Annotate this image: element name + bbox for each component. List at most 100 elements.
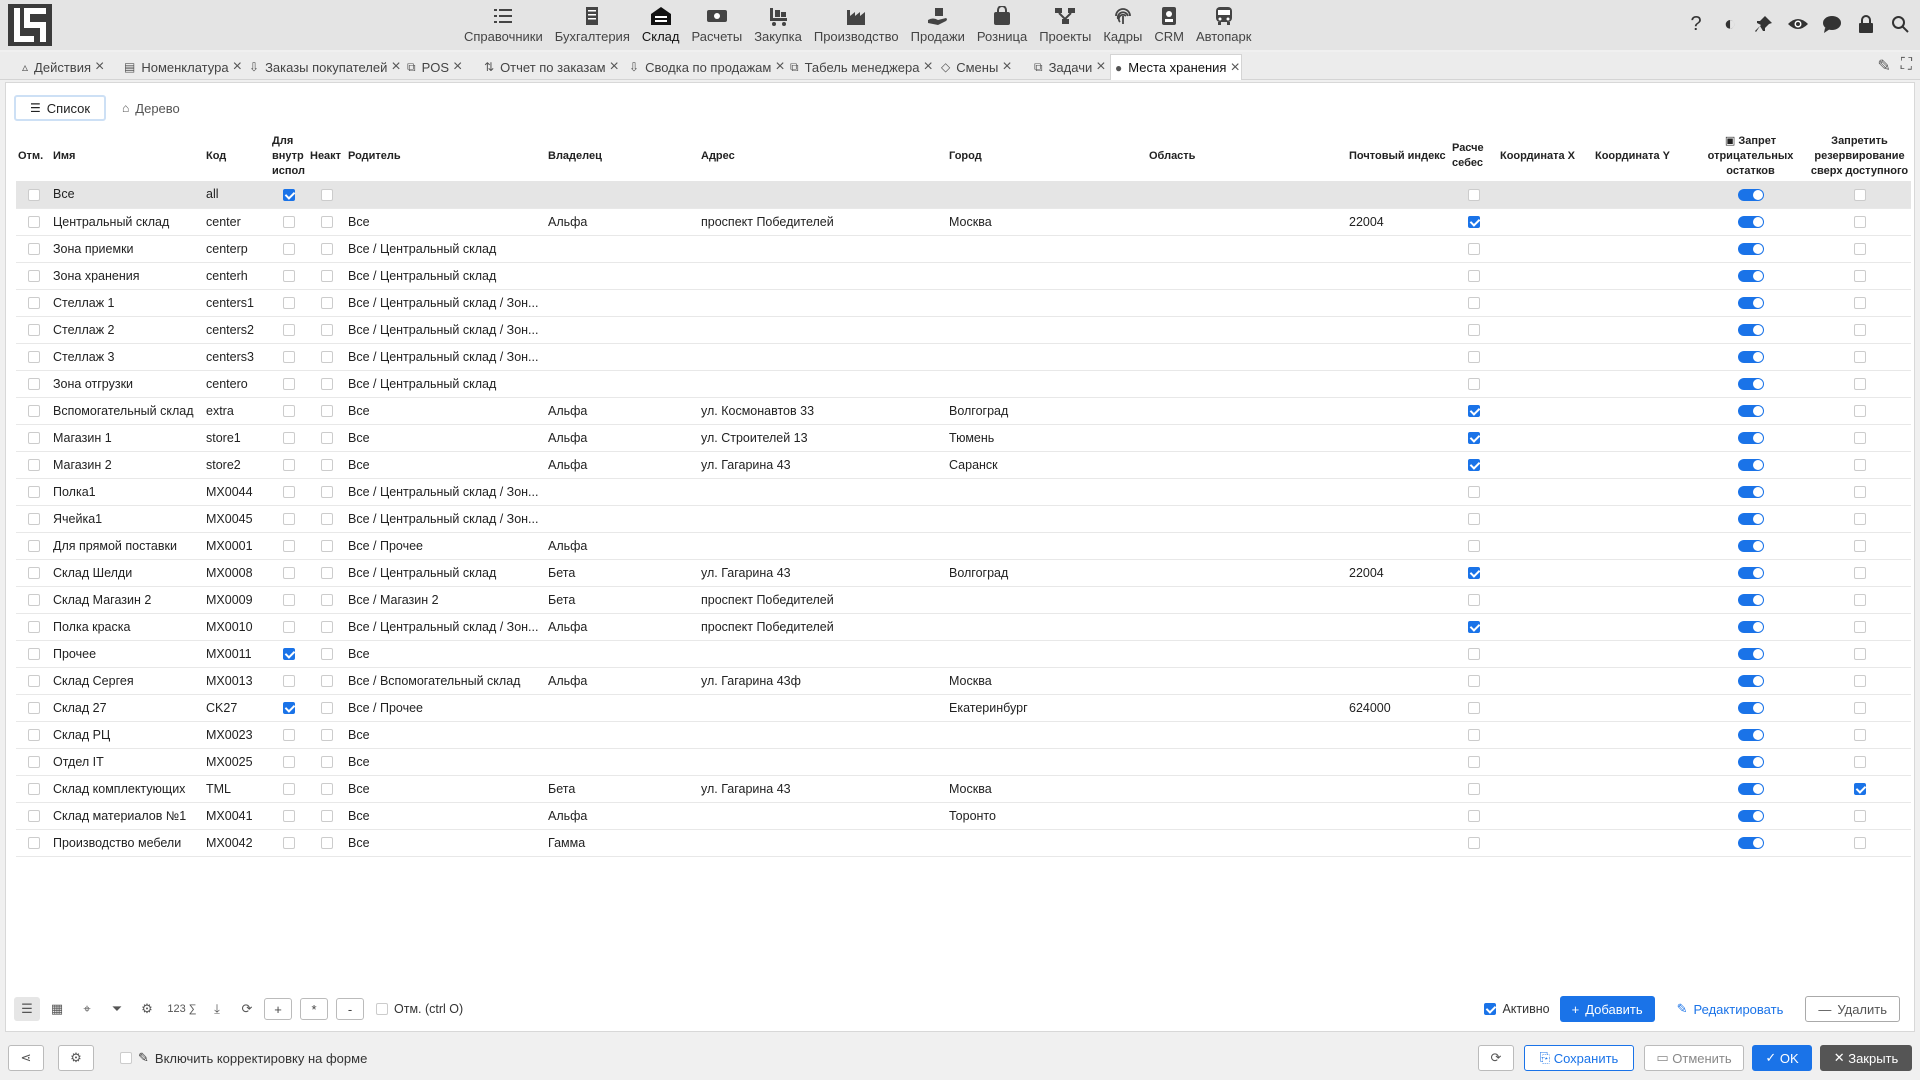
internal-use-checkbox[interactable] <box>283 783 295 796</box>
active-checkbox[interactable] <box>1484 1003 1497 1015</box>
negative-stock-toggle[interactable] <box>1737 351 1764 364</box>
mark-toggle[interactable]: Отм. (ctrl O) <box>376 1002 463 1016</box>
add-button[interactable]: + Добавить <box>1559 996 1655 1022</box>
cost-calc-checkbox[interactable] <box>1468 648 1480 661</box>
internal-use-checkbox[interactable] <box>283 297 295 310</box>
col-owner[interactable]: Владелец <box>546 131 699 181</box>
reserve-limit-checkbox[interactable] <box>1853 756 1866 769</box>
table-row[interactable]: Склад Шелди MX0008 Все / Центральный склад… <box>16 559 1911 587</box>
module-1[interactable]: Бухгалтерия <box>549 0 636 50</box>
row-mark-checkbox[interactable] <box>27 702 40 715</box>
table-row[interactable]: Склад 27 CK27 Все / Прочее Екатеринбург 6240… <box>16 694 1911 722</box>
close-button[interactable]: ✕ Закрыть <box>1820 1045 1912 1071</box>
table-row[interactable]: Прочее MX0011 Все <box>16 640 1911 668</box>
inactive-checkbox[interactable] <box>321 567 333 580</box>
inactive-checkbox[interactable] <box>321 188 333 201</box>
internal-use-checkbox[interactable] <box>283 729 295 742</box>
minus-small-button[interactable]: - <box>336 998 364 1020</box>
reserve-limit-checkbox[interactable] <box>1853 621 1866 634</box>
table-row[interactable]: Склад материалов №1 MX0041 Все Альфа Торонто <box>16 802 1911 830</box>
reserve-limit-checkbox[interactable] <box>1853 351 1866 364</box>
tab-6[interactable]: ⧉ Табель менеджера × <box>786 54 933 80</box>
inactive-checkbox[interactable] <box>321 648 333 661</box>
internal-use-checkbox[interactable] <box>283 188 295 201</box>
col-code[interactable]: Код <box>204 131 270 181</box>
fullscreen-icon[interactable]: ⛶ <box>1901 56 1912 76</box>
col-reserve[interactable]: Запретить резервирование сверх доступног… <box>1808 131 1911 181</box>
form-settings-button[interactable]: ⚙ <box>58 1045 94 1071</box>
internal-use-checkbox[interactable] <box>283 378 295 391</box>
table-row[interactable]: Зона хранения centerh Все / Центральный ск… <box>16 262 1911 290</box>
tab-1[interactable]: ▤ Номенклатура × <box>120 54 242 80</box>
reserve-limit-checkbox[interactable] <box>1853 486 1866 499</box>
table-row[interactable]: Вспомогательный склад extra Все Альфа ул. Ко… <box>16 397 1911 425</box>
cost-calc-checkbox[interactable] <box>1468 729 1480 742</box>
reserve-limit-checkbox[interactable] <box>1853 540 1866 553</box>
reserve-limit-checkbox[interactable] <box>1853 324 1866 337</box>
contrast-icon[interactable]: ◐ <box>1718 12 1742 36</box>
internal-use-checkbox[interactable] <box>283 540 295 553</box>
cost-calc-checkbox[interactable] <box>1468 621 1480 634</box>
filter-icon[interactable]: ⏷ <box>104 997 130 1021</box>
close-icon[interactable]: × <box>391 59 400 75</box>
module-5[interactable]: Производство <box>808 0 905 50</box>
cancel-button[interactable]: ▭ Отменить <box>1644 1045 1744 1071</box>
edit-on-form-checkbox[interactable] <box>120 1052 132 1064</box>
negative-stock-toggle[interactable] <box>1737 216 1764 229</box>
col-parent[interactable]: Родитель <box>346 131 546 181</box>
inactive-checkbox[interactable] <box>321 486 333 499</box>
col-postal[interactable]: Почтовый индекс <box>1347 131 1450 181</box>
reserve-limit-checkbox[interactable] <box>1853 432 1866 445</box>
row-mark-checkbox[interactable] <box>27 621 40 634</box>
negative-stock-toggle[interactable] <box>1737 459 1764 472</box>
cost-calc-checkbox[interactable] <box>1468 486 1480 499</box>
cost-calc-checkbox[interactable] <box>1468 188 1480 201</box>
inactive-checkbox[interactable] <box>321 243 333 256</box>
row-mark-checkbox[interactable] <box>27 837 40 850</box>
inactive-checkbox[interactable] <box>321 675 333 688</box>
inactive-checkbox[interactable] <box>321 540 333 553</box>
inactive-checkbox[interactable] <box>321 729 333 742</box>
table-row[interactable]: Полка краска MX0010 Все / Центральный скла… <box>16 613 1911 641</box>
table-row[interactable]: Стеллаж 1 centers1 Все / Центральный склад… <box>16 289 1911 317</box>
cost-calc-checkbox[interactable] <box>1468 378 1480 391</box>
table-row[interactable]: Зона приемки centerp Все / Центральный скл… <box>16 235 1911 263</box>
inactive-checkbox[interactable] <box>321 702 333 715</box>
table-row[interactable]: Склад комплектующих TML Все Бета ул. Гагарин… <box>16 775 1911 803</box>
chat-icon[interactable] <box>1820 12 1844 36</box>
col-internal[interactable]: Для внутр испол <box>270 131 308 181</box>
cost-calc-checkbox[interactable] <box>1468 810 1480 823</box>
close-icon[interactable]: × <box>95 59 104 75</box>
module-10[interactable]: CRM <box>1148 0 1190 50</box>
reserve-limit-checkbox[interactable] <box>1853 188 1866 201</box>
inactive-checkbox[interactable] <box>321 432 333 445</box>
negative-stock-toggle[interactable] <box>1737 567 1764 580</box>
row-mark-checkbox[interactable] <box>27 188 40 201</box>
inactive-checkbox[interactable] <box>321 270 333 283</box>
cost-calc-checkbox[interactable] <box>1468 756 1480 769</box>
negative-stock-toggle[interactable] <box>1737 540 1764 553</box>
settings-icon[interactable]: ⚙ <box>134 997 160 1021</box>
search-icon[interactable] <box>1888 12 1912 36</box>
row-mark-checkbox[interactable] <box>27 540 40 553</box>
cost-calc-checkbox[interactable] <box>1468 405 1480 418</box>
internal-use-checkbox[interactable] <box>283 594 295 607</box>
inactive-checkbox[interactable] <box>321 756 333 769</box>
reserve-limit-checkbox[interactable] <box>1853 783 1866 796</box>
inactive-checkbox[interactable] <box>321 783 333 796</box>
inactive-checkbox[interactable] <box>321 297 333 310</box>
reserve-limit-checkbox[interactable] <box>1853 837 1866 850</box>
table-row[interactable]: Полка1 MX0044 Все / Центральный склад / Зо… <box>16 478 1911 506</box>
cost-calc-checkbox[interactable] <box>1468 270 1480 283</box>
reserve-limit-checkbox[interactable] <box>1853 702 1866 715</box>
module-9[interactable]: Кадры <box>1097 0 1148 50</box>
download-icon[interactable]: ⤓ <box>204 997 230 1021</box>
tab-tree-view[interactable]: ⌂ Дерево <box>108 95 194 121</box>
inactive-checkbox[interactable] <box>321 405 333 418</box>
row-mark-checkbox[interactable] <box>27 432 40 445</box>
internal-use-checkbox[interactable] <box>283 486 295 499</box>
map-pin-icon[interactable]: ⌖ <box>74 997 100 1021</box>
col-city[interactable]: Город <box>947 131 1147 181</box>
internal-use-checkbox[interactable] <box>283 243 295 256</box>
help-icon[interactable]: ? <box>1684 12 1708 36</box>
